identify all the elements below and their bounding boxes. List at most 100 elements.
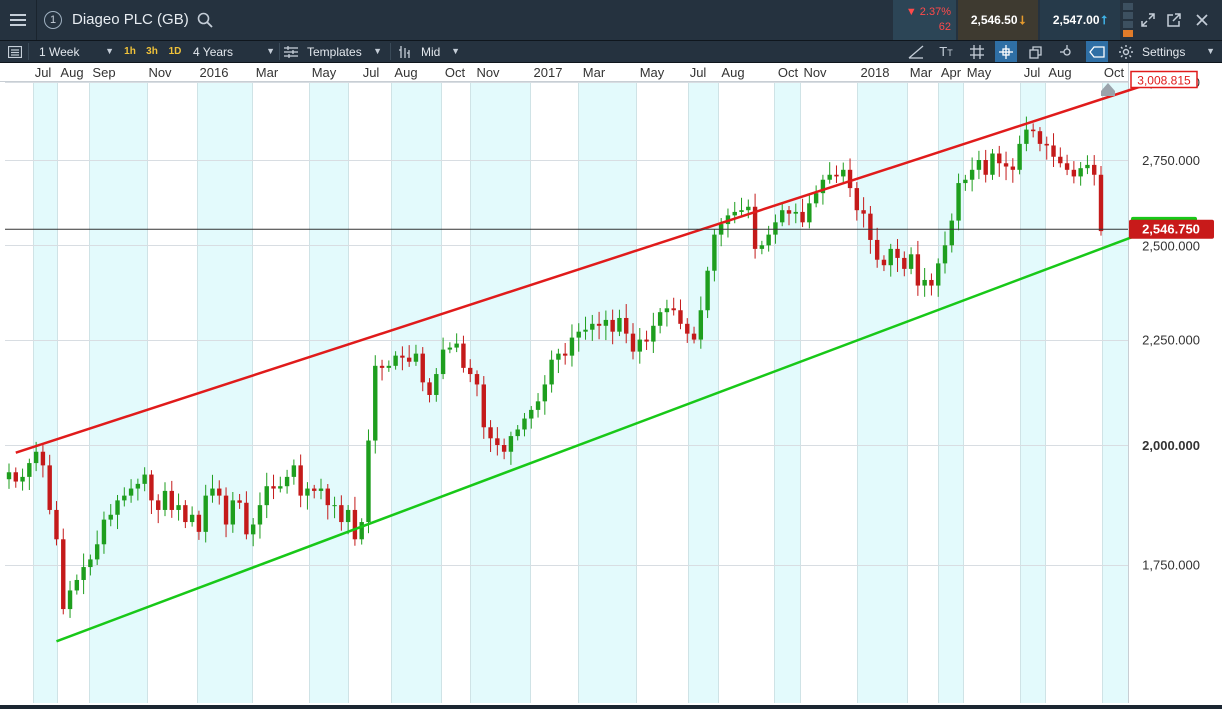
x-tick-label: Nov bbox=[803, 65, 827, 80]
candle-down bbox=[685, 323, 690, 334]
templates-button[interactable]: Templates ▼ bbox=[284, 41, 382, 62]
x-tick-label: May bbox=[312, 65, 337, 80]
candle-up bbox=[963, 179, 968, 184]
search-icon[interactable] bbox=[197, 12, 213, 33]
candle-down bbox=[847, 169, 853, 189]
text-tool-icon[interactable]: TT bbox=[935, 41, 957, 62]
price-change-box: ▼ 2.37% 62 bbox=[893, 0, 956, 40]
x-tick-label: Aug bbox=[394, 65, 417, 80]
candle-down bbox=[40, 451, 46, 466]
range-select[interactable]: 4 Years ▼ bbox=[188, 41, 275, 62]
range-value: 4 Years bbox=[193, 44, 234, 59]
candle-up bbox=[793, 211, 798, 214]
down-triangle-icon: ▼ bbox=[905, 6, 920, 18]
change-value: 62 bbox=[938, 21, 951, 33]
x-tick-label: Jul bbox=[690, 65, 707, 80]
candle-up bbox=[746, 206, 751, 211]
candle-down bbox=[929, 279, 934, 286]
candle-up bbox=[162, 490, 168, 510]
buy-button[interactable]: 2,547.00 ⭡ bbox=[1040, 0, 1120, 40]
candle-up bbox=[108, 514, 113, 520]
candle-down bbox=[156, 500, 161, 510]
x-tick-label: Nov bbox=[148, 65, 172, 80]
x-tick-label: Aug bbox=[60, 65, 83, 80]
candle-up bbox=[1078, 168, 1083, 177]
month-stripe bbox=[688, 82, 718, 703]
candle-down bbox=[495, 438, 500, 445]
quick-interval-1d[interactable]: 1D bbox=[166, 41, 184, 62]
expand-icon[interactable] bbox=[1137, 0, 1159, 40]
candle-up bbox=[766, 234, 771, 246]
x-tick-label: May bbox=[967, 65, 992, 80]
month-stripe bbox=[1020, 82, 1045, 703]
candle-up bbox=[936, 263, 941, 286]
candle-down bbox=[271, 486, 276, 489]
candle-down bbox=[1051, 145, 1056, 157]
candle-down bbox=[861, 210, 866, 214]
candle-down bbox=[400, 355, 405, 358]
candle-up bbox=[440, 349, 446, 375]
instrument-name[interactable]: Diageo PLC (GB) bbox=[72, 11, 189, 28]
x-tick-label: Jul bbox=[1024, 65, 1041, 80]
candle-up bbox=[257, 505, 263, 525]
candle-up bbox=[576, 331, 581, 338]
x-tick-label: Jul bbox=[35, 65, 52, 80]
interval-select[interactable]: 1 Week ▼ bbox=[34, 41, 114, 62]
layers-icon[interactable] bbox=[1025, 41, 1047, 62]
y-tick-label: 2,000.000 bbox=[1142, 438, 1200, 453]
quick-interval-3h[interactable]: 3h bbox=[143, 41, 161, 62]
candle-up bbox=[434, 374, 439, 395]
month-stripe bbox=[578, 82, 636, 703]
close-icon[interactable] bbox=[1190, 0, 1214, 40]
sell-button[interactable]: 2,546.50 ⭣ bbox=[958, 0, 1038, 40]
x-tick-label: Mar bbox=[910, 65, 933, 80]
candle-up bbox=[305, 488, 310, 496]
crosshair-icon[interactable] bbox=[995, 41, 1017, 62]
popout-icon[interactable] bbox=[1163, 0, 1185, 40]
candle-down bbox=[1064, 163, 1070, 170]
candle-down bbox=[47, 465, 52, 510]
info-badge-button[interactable]: 1 bbox=[38, 0, 68, 40]
chart-canvas[interactable]: Jul Aug Sep Nov 2016 Mar May Jul Aug Oct Nov 2017 Ma… bbox=[0, 63, 1222, 705]
chevron-down-icon: ▼ bbox=[266, 46, 275, 56]
candle-up bbox=[888, 248, 893, 266]
list-icon[interactable] bbox=[8, 41, 22, 62]
menu-icon[interactable] bbox=[0, 0, 37, 40]
candle-down bbox=[1044, 143, 1049, 146]
candle-up bbox=[705, 270, 710, 311]
price-type-value: Mid bbox=[421, 44, 441, 59]
x-tick-label: Jul bbox=[363, 65, 380, 80]
month-stripe bbox=[1102, 82, 1128, 703]
draw-tool-icon[interactable] bbox=[905, 41, 927, 62]
price-tag-icon[interactable] bbox=[1086, 41, 1108, 62]
candle-up bbox=[949, 220, 954, 246]
settings-button[interactable]: Settings ▼ bbox=[1119, 41, 1215, 62]
candle-up bbox=[732, 211, 737, 216]
candle-up bbox=[33, 451, 39, 464]
candle-up bbox=[81, 567, 86, 580]
x-tick-label: Mar bbox=[256, 65, 279, 80]
grid-icon[interactable] bbox=[966, 41, 988, 62]
month-stripe bbox=[391, 82, 441, 703]
price-chart[interactable]: Jul Aug Sep Nov 2016 Mar May Jul Aug Oct Nov 2017 Ma… bbox=[0, 63, 1222, 705]
candle-up bbox=[393, 355, 398, 366]
candle-down bbox=[325, 488, 330, 506]
quick-interval-1h[interactable]: 1h bbox=[121, 41, 139, 62]
market-depth-icon[interactable] bbox=[1123, 3, 1133, 37]
candle-up bbox=[284, 476, 290, 487]
candle-down bbox=[874, 239, 880, 260]
candle-up bbox=[27, 463, 32, 477]
price-marker-icon[interactable] bbox=[1056, 41, 1078, 62]
month-stripe bbox=[197, 82, 252, 703]
upper-channel-label: 3,008.815 bbox=[1137, 74, 1191, 88]
candle-up bbox=[773, 222, 778, 235]
candle-down bbox=[1030, 129, 1036, 132]
x-tick-label: 2018 bbox=[861, 65, 890, 80]
price-type-select[interactable]: Mid ▼ bbox=[398, 41, 460, 62]
candle-down bbox=[895, 248, 900, 258]
candle-up bbox=[366, 440, 371, 523]
candle-down bbox=[312, 488, 317, 491]
candle-up bbox=[508, 436, 514, 452]
candle-down bbox=[298, 465, 303, 496]
candle-up bbox=[549, 359, 554, 385]
